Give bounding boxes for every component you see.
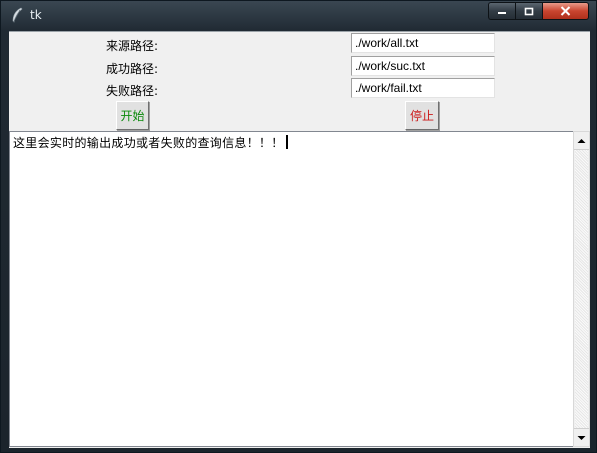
maximize-icon bbox=[524, 7, 534, 15]
client-area: 来源路径: 成功路径: 失败路径: 开始 停止 这里会实时的输出成功或者失败的查… bbox=[9, 31, 590, 448]
output-text-area[interactable]: 这里会实时的输出成功或者失败的查询信息！！！ bbox=[9, 131, 573, 447]
scroll-up-arrow-icon bbox=[577, 138, 586, 143]
close-icon bbox=[560, 6, 571, 16]
text-cursor bbox=[285, 135, 288, 149]
scroll-up-button[interactable] bbox=[574, 132, 589, 150]
output-text-content: 这里会实时的输出成功或者失败的查询信息！！！ bbox=[13, 136, 284, 150]
success-path-input[interactable] bbox=[351, 56, 495, 76]
scroll-down-button[interactable] bbox=[574, 428, 589, 446]
close-button[interactable] bbox=[542, 2, 589, 20]
output-text: 这里会实时的输出成功或者失败的查询信息！！！ bbox=[13, 134, 288, 151]
fail-path-label: 失败路径: bbox=[106, 84, 159, 98]
scroll-down-arrow-icon bbox=[577, 435, 586, 440]
source-path-label: 来源路径: bbox=[106, 39, 159, 53]
scroll-track[interactable] bbox=[575, 150, 588, 428]
caption-buttons bbox=[488, 2, 589, 21]
stop-button[interactable]: 停止 bbox=[405, 101, 439, 130]
fail-path-input[interactable] bbox=[351, 78, 495, 98]
title-bar[interactable]: tk bbox=[1, 1, 596, 31]
source-path-input[interactable] bbox=[351, 33, 495, 53]
maximize-button[interactable] bbox=[515, 2, 542, 20]
minimize-icon bbox=[498, 12, 506, 14]
feather-icon bbox=[12, 7, 23, 23]
window-title: tk bbox=[30, 8, 42, 22]
app-window: tk 来源路径: 成功路径: 失败路径: 开始 停止 这里会实时的输出成功或者失… bbox=[0, 0, 597, 453]
vertical-scrollbar[interactable] bbox=[573, 131, 590, 447]
start-button[interactable]: 开始 bbox=[116, 101, 149, 130]
minimize-button[interactable] bbox=[488, 2, 515, 20]
success-path-label: 成功路径: bbox=[106, 62, 159, 76]
